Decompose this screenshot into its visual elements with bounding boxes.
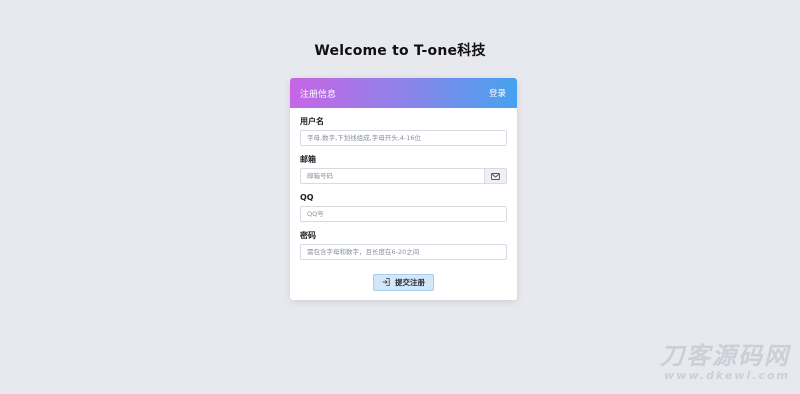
username-field-group: 用户名 xyxy=(300,116,507,154)
email-field-group: 邮箱 xyxy=(300,154,507,192)
watermark-title: 刀客源码网 xyxy=(660,342,790,370)
envelope-icon xyxy=(491,172,500,180)
login-link[interactable]: 登录 xyxy=(489,87,506,99)
username-label: 用户名 xyxy=(300,117,324,126)
username-input[interactable] xyxy=(300,130,507,146)
register-card: 注册信息 登录 用户名 邮箱 QQ 密码 xyxy=(290,78,517,300)
email-input-group xyxy=(300,168,507,184)
page-title: Welcome to T-one科技 xyxy=(314,43,486,59)
register-form: 用户名 邮箱 QQ 密码 xyxy=(290,108,517,291)
password-label: 密码 xyxy=(300,231,316,240)
email-input[interactable] xyxy=(300,168,485,184)
card-header: 注册信息 登录 xyxy=(290,78,517,108)
qq-label: QQ xyxy=(300,193,314,202)
submit-register-button[interactable]: 提交注册 xyxy=(373,273,434,291)
password-input[interactable] xyxy=(300,244,507,260)
watermark-url: www.dkewl.com xyxy=(664,369,790,382)
watermark: 刀客源码网 www.dkewl.com xyxy=(660,343,790,382)
email-label: 邮箱 xyxy=(300,155,316,164)
card-header-title: 注册信息 xyxy=(300,89,337,100)
sign-in-icon xyxy=(382,278,390,286)
qq-input[interactable] xyxy=(300,206,507,222)
password-field-group: 密码 xyxy=(300,230,507,268)
email-addon-button[interactable] xyxy=(485,168,507,184)
qq-field-group: QQ xyxy=(300,192,507,230)
submit-register-label: 提交注册 xyxy=(395,277,425,287)
submit-wrap: 提交注册 xyxy=(300,271,507,291)
